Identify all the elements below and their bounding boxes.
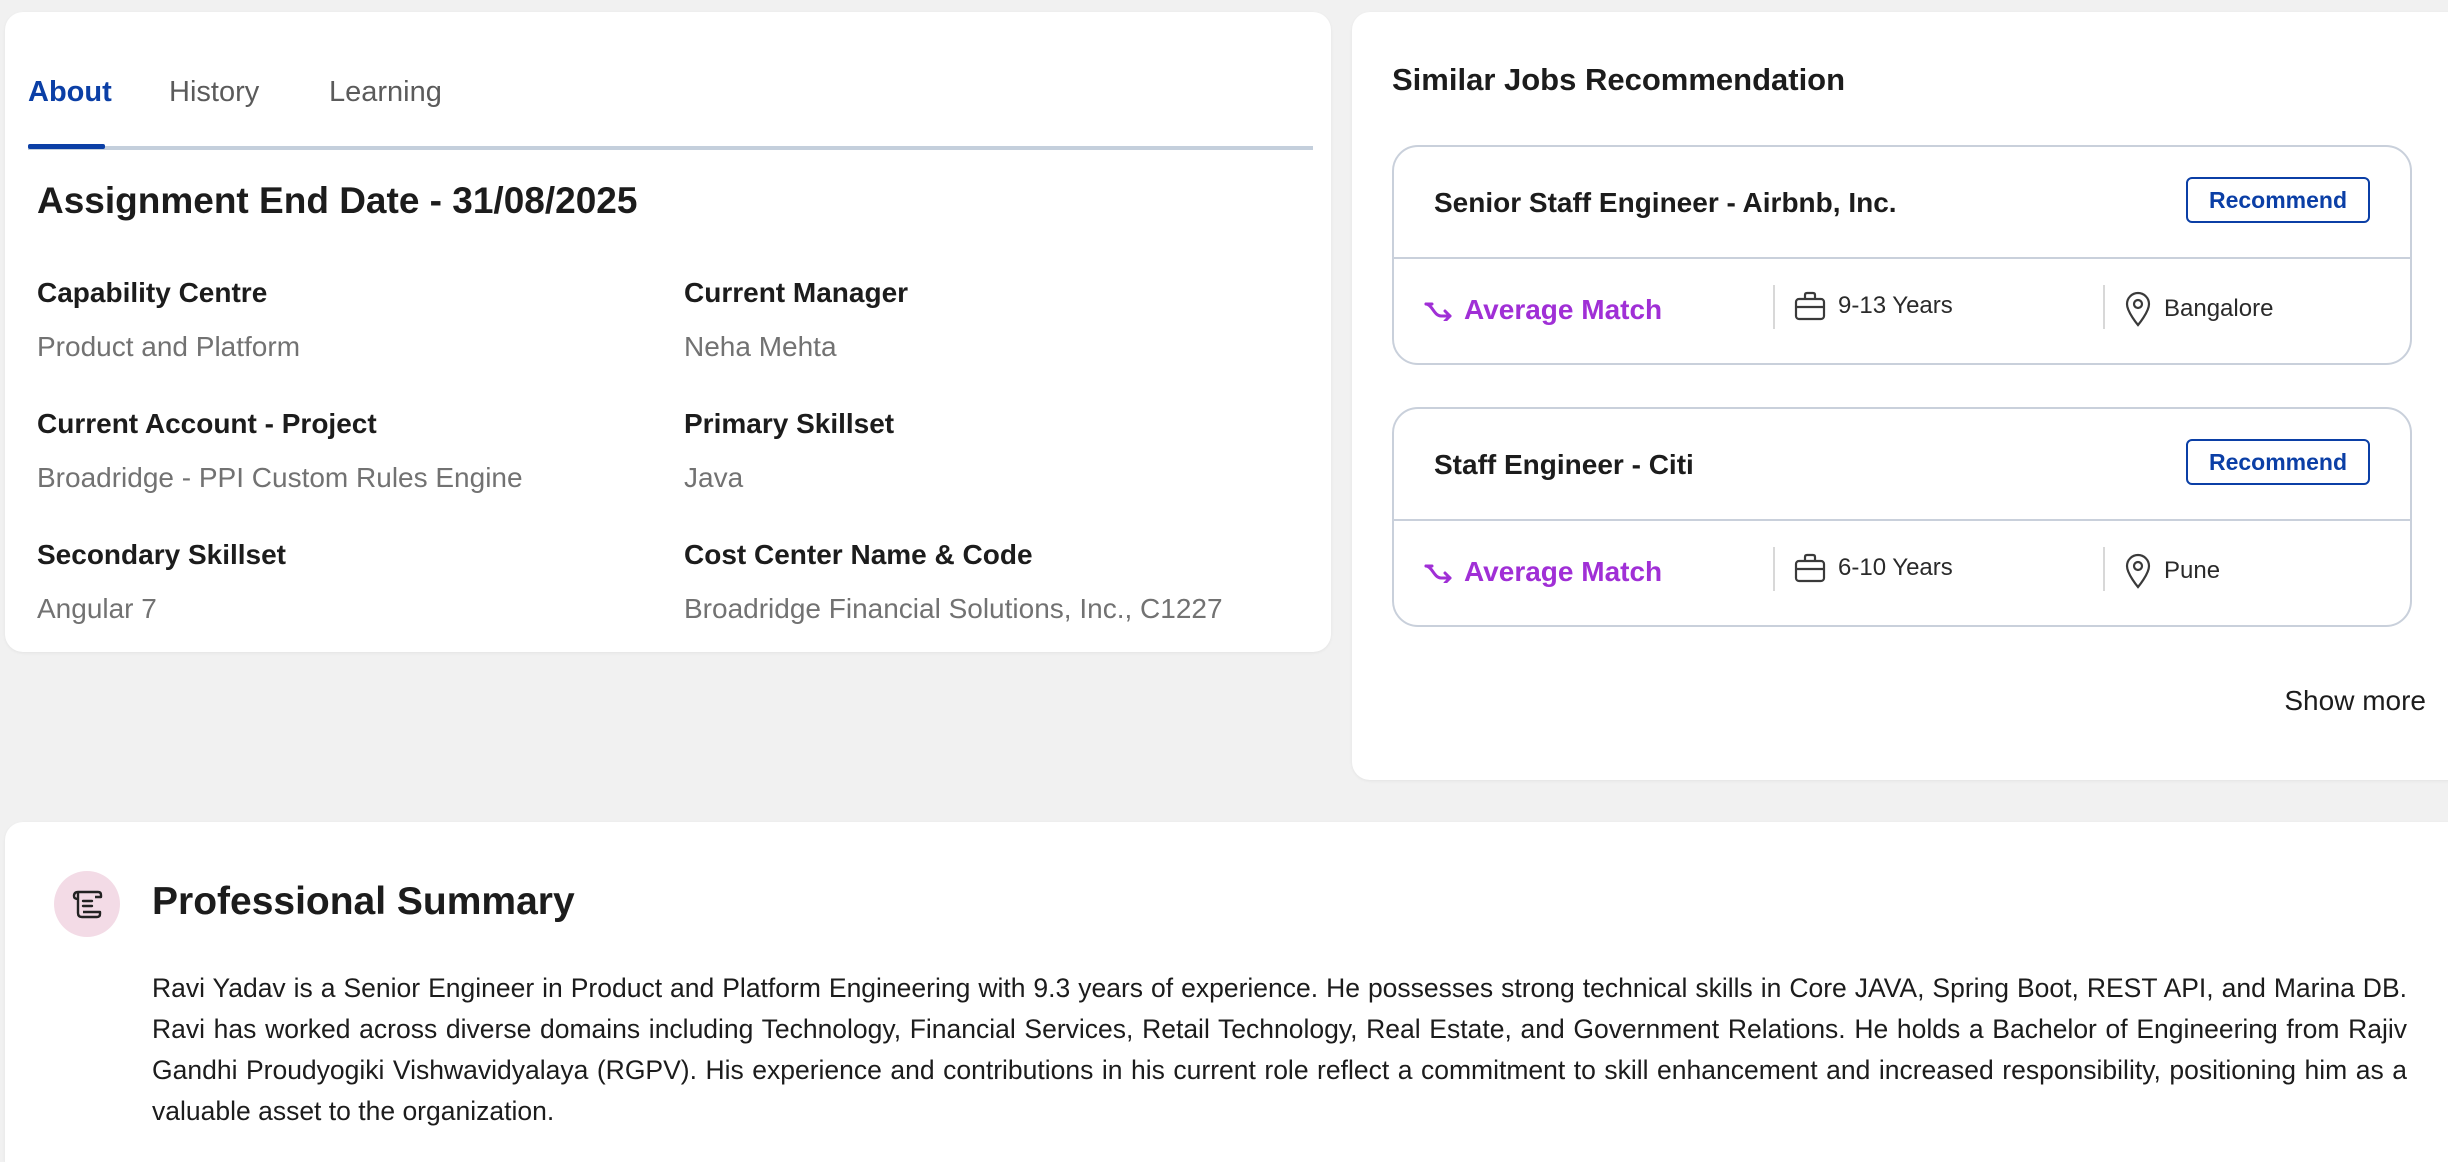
match-indicator: Average Match bbox=[1424, 556, 1662, 588]
experience-label: 6-10 Years bbox=[1838, 554, 1953, 581]
tab-bar-rule bbox=[28, 146, 1313, 150]
assignment-end-date: Assignment End Date - 31/08/2025 bbox=[37, 180, 638, 221]
recommend-button[interactable]: Recommend bbox=[2186, 439, 2370, 485]
match-arrow-icon bbox=[1424, 302, 1452, 321]
show-more-link[interactable]: Show more bbox=[2284, 685, 2426, 717]
active-tab-indicator bbox=[28, 144, 105, 149]
job-title: Senior Staff Engineer - Airbnb, Inc. bbox=[1434, 187, 1897, 218]
tab-history[interactable]: History bbox=[169, 76, 259, 109]
job-experience: 9-13 Years bbox=[1794, 291, 1953, 321]
field-label-capability-centre: Capability Centre bbox=[37, 277, 268, 308]
match-label: Average Match bbox=[1464, 556, 1663, 587]
job-experience: 6-10 Years bbox=[1794, 553, 1953, 583]
field-value-current-manager: Neha Mehta bbox=[684, 331, 837, 362]
job-meta-separator bbox=[1773, 285, 1775, 329]
field-value-secondary-skillset: Angular 7 bbox=[37, 593, 157, 624]
field-label-current-manager: Current Manager bbox=[684, 277, 909, 308]
job-meta-separator bbox=[2103, 285, 2105, 329]
location-label: Pune bbox=[2164, 557, 2221, 584]
briefcase-icon bbox=[1794, 291, 1826, 321]
job-location: Pune bbox=[2124, 553, 2220, 589]
job-meta-separator bbox=[2103, 547, 2105, 591]
similar-jobs-card: Similar Jobs Recommendation Senior Staff… bbox=[1352, 12, 2448, 780]
professional-summary-text: Ravi Yadav is a Senior Engineer in Produ… bbox=[152, 973, 2407, 1126]
match-indicator: Average Match bbox=[1424, 294, 1662, 326]
field-value-capability-centre: Product and Platform bbox=[37, 331, 301, 362]
field-value-primary-skillset: Java bbox=[684, 462, 744, 493]
job-card[interactable]: Staff Engineer - Citi Recommend Average … bbox=[1392, 407, 2412, 627]
tab-about[interactable]: About bbox=[28, 76, 112, 109]
similar-jobs-title: Similar Jobs Recommendation bbox=[1392, 62, 1846, 97]
field-label-primary-skillset: Primary Skillset bbox=[684, 408, 895, 439]
job-card-divider bbox=[1394, 519, 2410, 521]
field-value-cost-center: Broadridge Financial Solutions, Inc., C1… bbox=[684, 593, 1223, 624]
professional-summary-card: Professional Summary Ravi Yadav is a Sen… bbox=[5, 822, 2448, 1162]
briefcase-icon bbox=[1794, 553, 1826, 583]
match-arrow-icon bbox=[1424, 564, 1452, 583]
job-card[interactable]: Senior Staff Engineer - Airbnb, Inc. Rec… bbox=[1392, 145, 2412, 365]
job-location: Bangalore bbox=[2124, 291, 2273, 327]
tab-learning[interactable]: Learning bbox=[329, 76, 442, 109]
match-label: Average Match bbox=[1464, 294, 1663, 325]
job-title: Staff Engineer - Citi bbox=[1434, 449, 1694, 480]
field-label-cost-center: Cost Center Name & Code bbox=[684, 539, 1033, 570]
job-card-divider bbox=[1394, 257, 2410, 259]
location-label: Bangalore bbox=[2164, 295, 2274, 322]
location-pin-icon bbox=[2125, 553, 2151, 589]
recommend-button[interactable]: Recommend bbox=[2186, 177, 2370, 223]
job-meta-separator bbox=[1773, 547, 1775, 591]
tab-bar: About History Learning bbox=[28, 62, 1313, 150]
field-label-secondary-skillset: Secondary Skillset bbox=[37, 539, 287, 570]
field-label-current-account: Current Account - Project bbox=[37, 408, 377, 439]
professional-summary-title: Professional Summary bbox=[152, 880, 575, 923]
experience-label: 9-13 Years bbox=[1838, 292, 1953, 319]
scroll-icon bbox=[54, 871, 120, 937]
about-card: About History Learning Assignment End Da… bbox=[5, 12, 1331, 652]
location-pin-icon bbox=[2125, 291, 2151, 327]
field-value-current-account: Broadridge - PPI Custom Rules Engine bbox=[37, 462, 523, 493]
